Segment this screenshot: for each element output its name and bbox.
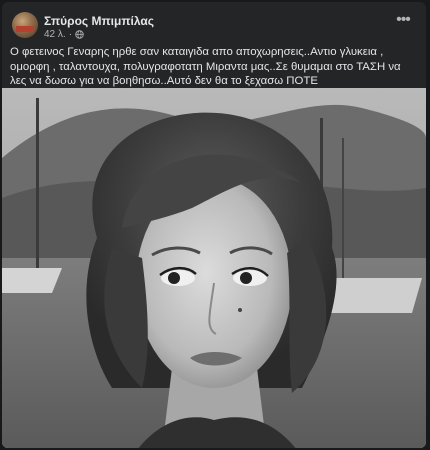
post-text: Ο φετεινος Γεναρης ηρθε σαν καταιγιδα απ… — [10, 46, 401, 87]
globe-icon — [75, 30, 84, 39]
photo-artwork — [2, 88, 426, 448]
avatar-detail — [16, 26, 34, 32]
post-card: Σπύρος Μπιμπίλας 42 λ. · ••• Ο φετεινος … — [2, 2, 426, 448]
post-header: Σπύρος Μπιμπίλας 42 λ. · ••• — [2, 2, 426, 40]
post-time[interactable]: 42 λ. — [44, 29, 66, 40]
dot-separator: · — [68, 29, 73, 40]
author-name[interactable]: Σπύρος Μπιμπίλας — [44, 14, 154, 28]
more-options-icon[interactable]: ••• — [394, 12, 412, 30]
author-avatar[interactable] — [12, 12, 38, 38]
post-photo[interactable] — [2, 88, 426, 448]
post-meta: 42 λ. · — [44, 29, 84, 40]
